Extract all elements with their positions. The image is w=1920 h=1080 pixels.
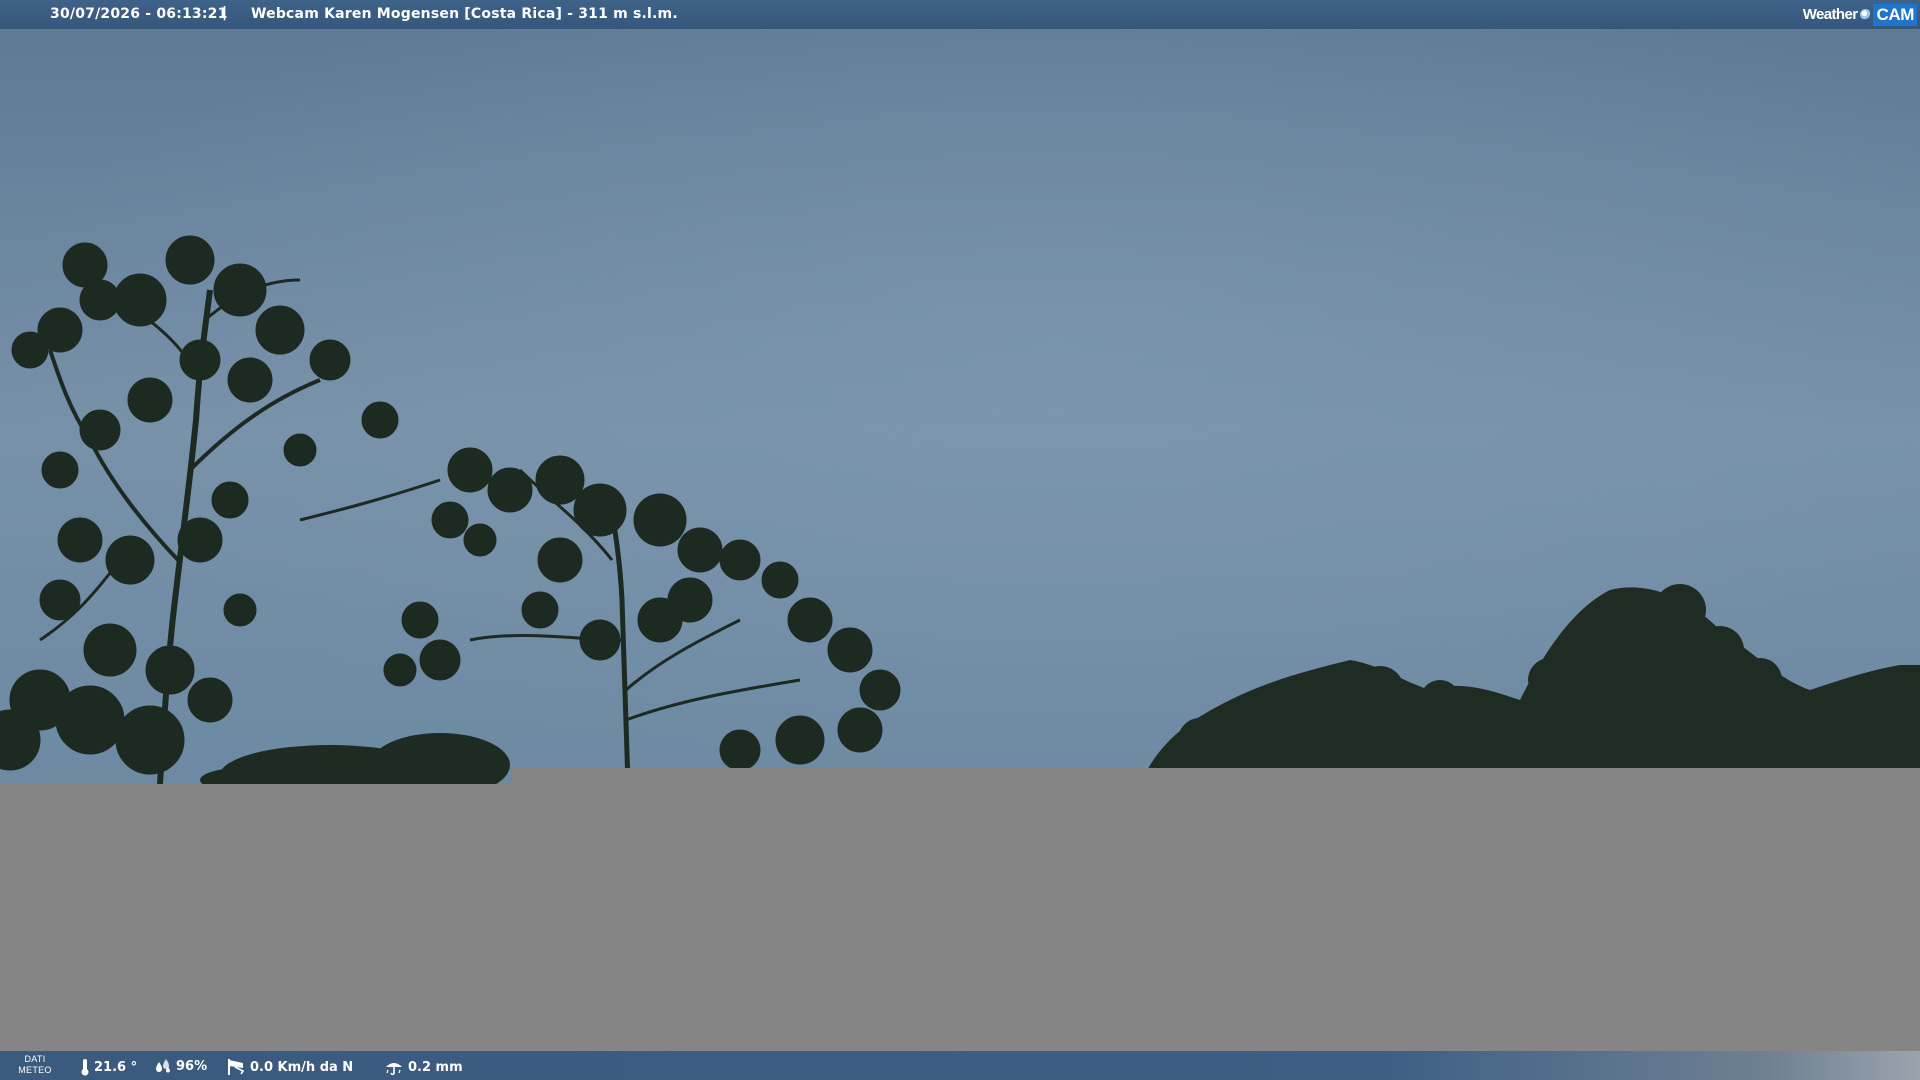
- camera-lens-icon: [1860, 9, 1872, 20]
- humidity-value: 96%: [176, 1058, 208, 1074]
- temperature-value: 21.6 °: [94, 1059, 138, 1075]
- wind-value: 0.0 Km/h da N: [250, 1059, 354, 1075]
- rain-gauge-icon: [386, 1063, 402, 1076]
- thermometer-icon: [81, 1059, 89, 1076]
- windsock-icon: [228, 1059, 245, 1075]
- weathercam-logo[interactable]: Weather CAM: [1803, 3, 1917, 26]
- webcam-viewer: 30/07/2026 - 06:13:21 | Webcam Karen Mog…: [0, 0, 1920, 1080]
- droplets-icon: [156, 1059, 170, 1073]
- meteo-label: DATI METEO: [16, 1054, 54, 1076]
- lower-panel-step: [512, 768, 1920, 784]
- logo-text-cam: CAM: [1873, 3, 1917, 26]
- wind-reading: 0.0 Km/h da N: [226, 1058, 353, 1076]
- webcam-image: [0, 0, 1920, 1080]
- separator: |: [222, 5, 228, 21]
- temperature-reading: 21.6 °: [80, 1058, 137, 1076]
- humidity-reading: 96%: [154, 1058, 207, 1074]
- lower-panel: [0, 784, 1920, 1080]
- meteo-label-line2: METEO: [18, 1065, 52, 1075]
- rain-value: 0.2 mm: [408, 1059, 463, 1075]
- timestamp: 30/07/2026 - 06:13:21: [50, 6, 228, 22]
- rain-reading: 0.2 mm: [384, 1058, 463, 1076]
- logo-text-weather: Weather: [1802, 6, 1858, 23]
- meteo-label-line1: DATI: [24, 1054, 46, 1064]
- webcam-title: Webcam Karen Mogensen [Costa Rica] - 311…: [251, 6, 678, 22]
- top-info-bar: 30/07/2026 - 06:13:21 | Webcam Karen Mog…: [0, 0, 1920, 29]
- meteo-data-bar: DATI METEO 21.6 ° 96% 0.0 Km/h da N 0.2 …: [0, 1051, 1920, 1080]
